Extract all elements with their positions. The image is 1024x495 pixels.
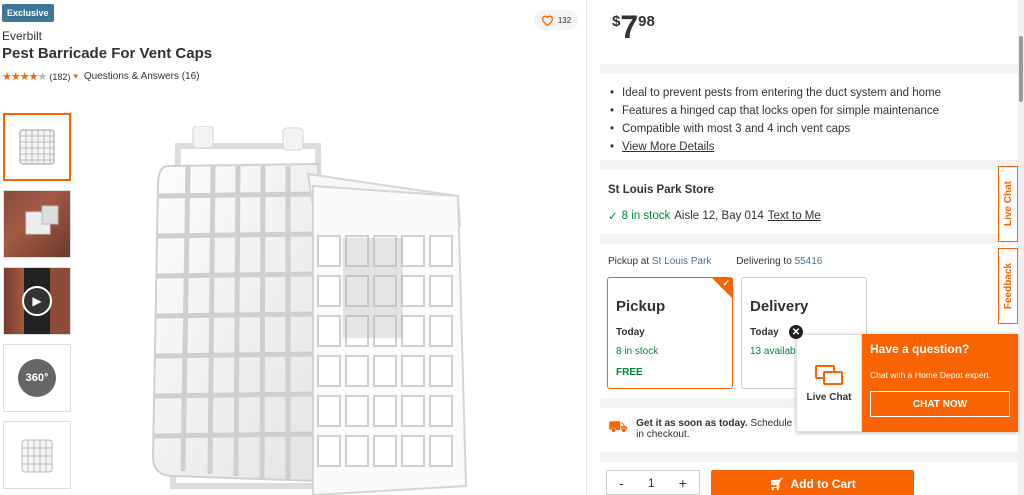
rating-stars[interactable]: ★★★★★ xyxy=(2,70,47,83)
favorite-count: 132 xyxy=(557,15,572,25)
scrollbar-thumb[interactable] xyxy=(1019,36,1023,102)
thumbnail-installed-photo[interactable] xyxy=(3,190,71,258)
section-separator xyxy=(600,452,1018,462)
quantity-stepper: - 1 + xyxy=(606,470,700,495)
questions-answers-link[interactable]: Questions & Answers (16) xyxy=(84,71,200,82)
section-separator xyxy=(600,234,1018,244)
store-name: St Louis Park Store xyxy=(608,184,715,196)
fulfillment-labels: Pickup at St Louis Park Delivering to 55… xyxy=(608,256,822,267)
product-thumbnail-image xyxy=(19,129,55,165)
chat-question: Have a question? xyxy=(870,342,970,356)
live-chat-launcher[interactable]: Live Chat xyxy=(796,334,862,432)
shipping-line2: in checkout. xyxy=(636,429,690,440)
chat-popup: Live Chat Have a question? Chat with a H… xyxy=(796,334,1018,432)
heart-icon xyxy=(541,15,553,26)
product-highlights: Ideal to prevent pests from entering the… xyxy=(608,84,941,156)
pickup-stock: 8 in stock xyxy=(616,346,659,357)
check-icon: ✓ xyxy=(608,211,618,223)
price: $7 98 xyxy=(612,9,655,45)
shipping-rest: Schedule xyxy=(750,418,793,429)
thumbnail-video[interactable]: ▶ xyxy=(3,267,71,335)
live-chat-tab-label: Live Chat xyxy=(1002,181,1014,227)
close-icon[interactable]: ✕ xyxy=(789,325,803,339)
product-title: Pest Barricade For Vent Caps xyxy=(2,45,213,62)
quantity-input[interactable]: 1 xyxy=(648,476,655,490)
thumbnail-list: ▶ 360° xyxy=(3,113,73,495)
pickup-store-link[interactable]: St Louis Park xyxy=(652,256,711,267)
cart-icon: 🛒︎ xyxy=(769,477,785,491)
zip-code-link[interactable]: 55416 xyxy=(795,256,823,267)
shipping-bold: Get it as soon as today. xyxy=(636,418,748,429)
chat-now-button[interactable]: CHAT NOW xyxy=(870,391,1010,417)
thumbnail-product-front[interactable] xyxy=(3,113,71,181)
store-stock: 8 in stock xyxy=(621,210,671,222)
feedback-tab[interactable]: Feedback xyxy=(998,248,1018,324)
delivery-title: Delivery xyxy=(750,298,809,315)
play-icon: ▶ xyxy=(22,286,52,316)
delivering-label: Delivering to xyxy=(736,256,792,267)
chevron-down-icon[interactable]: ▾ xyxy=(73,71,78,82)
increment-button[interactable]: + xyxy=(679,475,687,491)
chat-bubble-icon xyxy=(815,364,843,385)
pickup-cost: FREE xyxy=(616,367,643,378)
main-product-image[interactable] xyxy=(148,126,478,495)
highlight-item: Compatible with most 3 and 4 inch vent c… xyxy=(608,120,941,138)
view-more-details-link[interactable]: View More Details xyxy=(622,141,714,153)
thumbnail-360-view[interactable]: 360° xyxy=(3,344,71,412)
highlight-item: Ideal to prevent pests from entering the… xyxy=(608,84,941,102)
thumbnail-product-side[interactable] xyxy=(3,421,71,489)
column-divider xyxy=(586,0,587,495)
pickup-option-card[interactable]: ✓ Pickup Today 8 in stock FREE xyxy=(607,277,733,389)
store-stock-line: ✓ 8 in stock Aisle 12, Bay 014 Text to M… xyxy=(608,209,821,223)
add-to-cart-button[interactable]: 🛒︎ Add to Cart xyxy=(711,470,914,495)
chat-promo: Have a question? Chat with a Home Depot … xyxy=(862,334,1018,432)
pickup-when: Today xyxy=(616,327,645,338)
live-chat-launcher-label: Live Chat xyxy=(806,391,852,403)
section-separator xyxy=(600,160,1018,170)
aisle-location: Aisle 12, Bay 014 xyxy=(674,210,764,222)
rating-row: ★★★★★ (182) ▾ Questions & Answers (16) xyxy=(2,70,199,83)
brand-name[interactable]: Everbilt xyxy=(2,29,42,43)
feedback-tab-label: Feedback xyxy=(1002,262,1014,310)
highlight-item: Features a hinged cap that locks open fo… xyxy=(608,102,941,120)
product-side-image xyxy=(21,439,53,473)
review-count[interactable]: (182) xyxy=(49,72,70,82)
installed-photo-image xyxy=(25,205,59,235)
exclusive-badge: Exclusive xyxy=(2,4,54,22)
pickup-at-label: Pickup at xyxy=(608,256,650,267)
pickup-title: Pickup xyxy=(616,298,666,315)
live-chat-tab[interactable]: Live Chat xyxy=(998,166,1018,242)
text-to-me-link[interactable]: Text to Me xyxy=(768,210,821,222)
truck-icon: ⛟ xyxy=(608,419,629,436)
decrement-button[interactable]: - xyxy=(619,475,624,491)
favorite-button[interactable]: 132 xyxy=(534,10,578,30)
chat-subtitle: Chat with a Home Depot expert. xyxy=(870,370,991,380)
view-more-details-item: View More Details xyxy=(608,138,941,156)
shipping-info: ⛟ Get it as soon as today. Schedule in c… xyxy=(608,418,792,440)
spin-360-icon: 360° xyxy=(18,359,56,397)
section-separator xyxy=(600,64,1018,74)
add-to-cart-label: Add to Cart xyxy=(790,477,856,491)
check-icon: ✓ xyxy=(722,278,730,288)
